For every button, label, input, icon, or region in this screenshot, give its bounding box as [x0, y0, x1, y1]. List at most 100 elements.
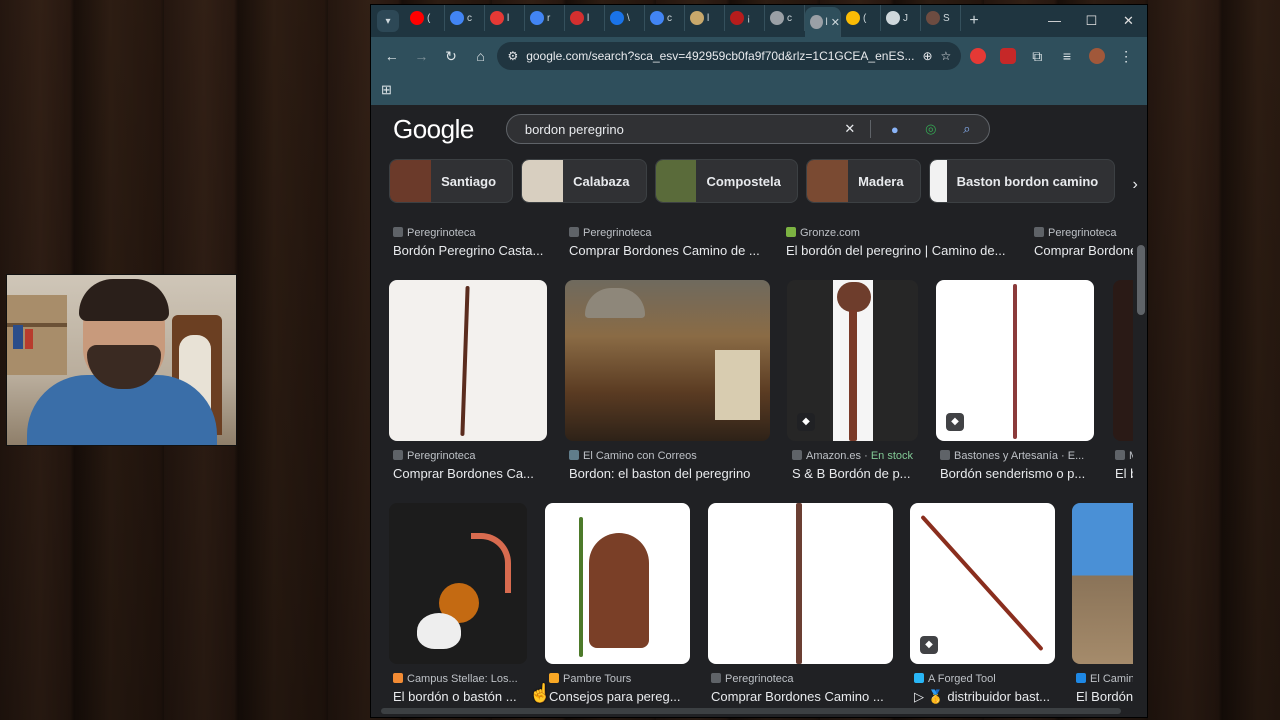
result-title[interactable]: S & B Bordón de p...	[792, 466, 927, 481]
result-source: Peregrinoteca	[393, 450, 548, 462]
related-chip[interactable]: Calabaza	[521, 159, 647, 203]
related-chip[interactable]: Baston bordon camino	[928, 159, 1116, 203]
forward-button[interactable]: →	[409, 43, 435, 69]
home-button[interactable]: ⌂	[468, 43, 494, 69]
result-image[interactable]: ◆	[910, 503, 1055, 664]
result-image[interactable]: ◆	[936, 280, 1094, 441]
result-title[interactable]: Bordon: el baston del peregrino	[569, 466, 769, 481]
result-title[interactable]: Comprar Bordones Ca...	[393, 466, 548, 481]
minimize-button[interactable]: —	[1036, 13, 1073, 29]
result-source: Peregrinoteca	[393, 227, 553, 239]
result-source: El Camino con Correos	[569, 450, 769, 462]
tab-search-button[interactable]: ▾	[377, 10, 399, 32]
webcam-person-hair	[79, 279, 169, 321]
microphone-icon[interactable]: ●	[883, 122, 907, 137]
search-input[interactable]: bordon peregrino	[525, 122, 826, 137]
result-source: Peregrinoteca	[1034, 227, 1133, 239]
new-tab-button[interactable]: +	[961, 12, 987, 30]
lens-icon[interactable]: ◎	[919, 121, 943, 137]
mouse-cursor: ☝	[529, 683, 552, 703]
page-icon	[690, 11, 704, 25]
result-title[interactable]: El bordón del peregrino | Camino de...	[786, 243, 1016, 258]
tab-label: J	[903, 12, 908, 24]
result-image[interactable]	[389, 503, 527, 664]
result-title[interactable]: Comprar Bordone	[1034, 243, 1133, 258]
media-controls-icon[interactable]: ≡	[1054, 43, 1080, 69]
youtube-icon	[410, 11, 424, 25]
result-image[interactable]	[708, 503, 893, 664]
result-source: Peregrinoteca	[711, 673, 891, 685]
result-image[interactable]	[1113, 280, 1133, 441]
browser-tab[interactable]: J	[881, 5, 921, 31]
zoom-icon[interactable]: ⊕	[922, 49, 932, 63]
menu-kebab-icon[interactable]: ⋮	[1113, 43, 1139, 69]
related-chip[interactable]: Compostela	[654, 159, 798, 203]
result-source: Gronze.com	[786, 227, 1016, 239]
result-title[interactable]: Comprar Bordones Camino ...	[711, 689, 891, 704]
search-icon[interactable]: ⌕	[955, 121, 979, 137]
clear-icon[interactable]: ✕	[838, 121, 862, 137]
result-image[interactable]: ◆	[787, 280, 918, 441]
bookmark-star-icon[interactable]: ☆	[941, 49, 952, 63]
browser-tab[interactable]: l ✕	[805, 7, 841, 37]
browser-toolbar: ← → ↻ ⌂ ⚙ google.com/search?sca_esv=4929…	[371, 37, 1147, 75]
result-title[interactable]: Comprar Bordones Camino de ...	[569, 243, 769, 258]
browser-tab[interactable]: \	[605, 5, 645, 31]
close-tab-icon[interactable]: ✕	[831, 16, 840, 29]
browser-tab[interactable]: ¡	[725, 5, 765, 31]
address-bar[interactable]: ⚙ google.com/search?sca_esv=492959cb0fa9…	[497, 42, 962, 70]
browser-tab[interactable]: (	[405, 5, 445, 31]
address-url: google.com/search?sca_esv=492959cb0fa9f7…	[526, 49, 915, 63]
tab-label: c	[467, 12, 472, 24]
maximize-button[interactable]: ☐	[1073, 13, 1110, 29]
result-image[interactable]	[389, 280, 547, 441]
tab-label: S	[943, 12, 950, 24]
extension-red-icon[interactable]	[965, 43, 991, 69]
browser-tab[interactable]: (	[841, 5, 881, 31]
result-source: Pambre Tours	[549, 673, 694, 685]
result-title[interactable]: El b	[1115, 466, 1133, 481]
extension-pdf-icon[interactable]	[995, 43, 1021, 69]
result-title[interactable]: El Bordón,	[1076, 689, 1133, 704]
browser-tab[interactable]: c	[765, 5, 805, 31]
reload-button[interactable]: ↻	[438, 43, 464, 69]
chips-next-icon[interactable]: ›	[1123, 159, 1147, 211]
shopping-tag-icon: ◆	[797, 413, 815, 431]
browser-tab[interactable]: c	[445, 5, 485, 31]
related-chip[interactable]: Madera	[805, 159, 921, 203]
result-image[interactable]	[565, 280, 770, 441]
browser-tab[interactable]: c	[645, 5, 685, 31]
browser-tab[interactable]: l	[565, 5, 605, 31]
chip-label: Baston bordon camino	[956, 173, 1099, 189]
profile-avatar[interactable]	[1084, 43, 1110, 69]
apps-grid-icon[interactable]: ⊞	[381, 82, 392, 98]
result-title[interactable]: ▷ 🥇 distribuidor bast...	[914, 689, 1059, 705]
browser-tab[interactable]: S	[921, 5, 961, 31]
result-title[interactable]: Bordón Peregrino Casta...	[393, 243, 553, 258]
close-window-button[interactable]: ✕	[1110, 13, 1147, 29]
browser-tab[interactable]: l	[485, 5, 525, 31]
result-title[interactable]: El bordón o bastón ...	[393, 689, 528, 704]
search-box[interactable]: bordon peregrino ✕ ● ◎ ⌕	[505, 114, 990, 144]
result-source: Peregrinoteca	[569, 227, 769, 239]
vertical-scrollbar[interactable]	[1137, 245, 1145, 315]
related-chip[interactable]: Santiago	[389, 159, 514, 203]
related-chips: Santiago Calabaza Compostela Madera Baston b…	[371, 153, 1147, 211]
back-button[interactable]: ←	[379, 43, 405, 69]
browser-tab[interactable]: l	[685, 5, 725, 31]
browser-tab[interactable]: r	[525, 5, 565, 31]
google-logo[interactable]: Google	[393, 114, 474, 145]
tab-label: ¡	[747, 12, 751, 24]
bookmarks-bar: ⊞	[371, 75, 1147, 105]
tab-label: l	[825, 16, 828, 28]
result-title[interactable]: Bordón senderismo o p...	[940, 466, 1096, 481]
result-image[interactable]	[545, 503, 690, 664]
result-title[interactable]: Consejos para pereg...	[549, 689, 694, 704]
horizontal-scrollbar[interactable]	[381, 708, 1121, 714]
extensions-puzzle-icon[interactable]: ⧉	[1025, 43, 1051, 69]
reload-icon	[610, 11, 624, 25]
site-info-icon[interactable]: ⚙	[507, 49, 518, 63]
result-image[interactable]	[1072, 503, 1133, 664]
result-source: A Forged Tool	[914, 673, 1059, 685]
window-controls: — ☐ ✕	[1036, 13, 1147, 29]
